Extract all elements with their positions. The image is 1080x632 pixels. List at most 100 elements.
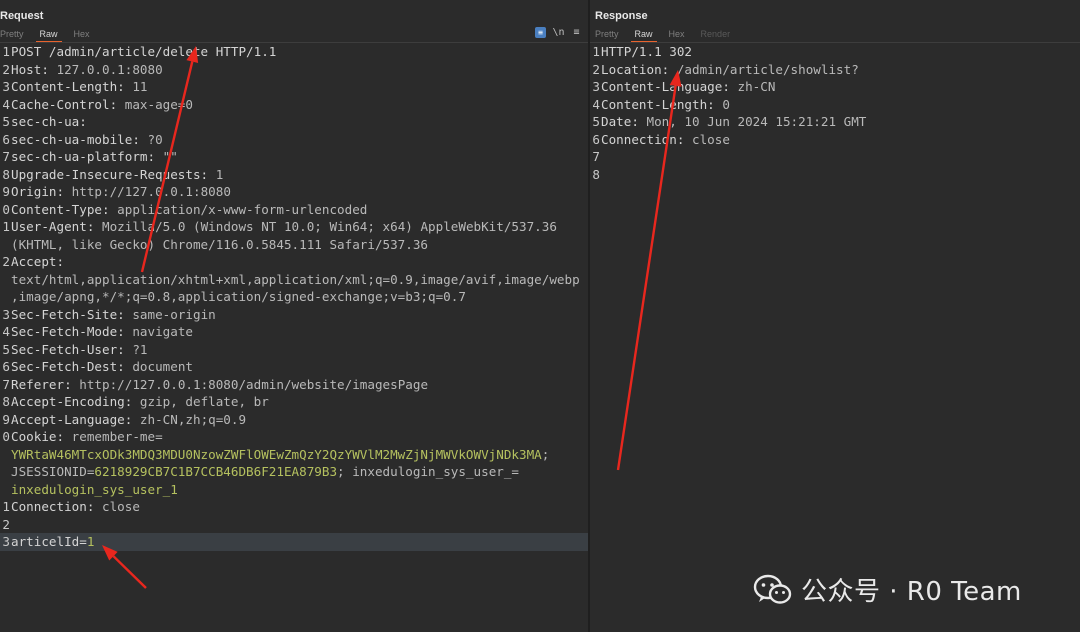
code-line[interactable]: 3 Content-Language: zh-CN xyxy=(590,78,1080,96)
line-text: Sec-Fetch-Mode: navigate xyxy=(10,323,193,341)
response-title: Response xyxy=(595,10,648,22)
tab-raw[interactable]: Raw xyxy=(627,27,661,43)
token: 1 xyxy=(215,166,224,182)
tab-raw[interactable]: Raw xyxy=(32,27,66,43)
code-line[interactable]: 8 Upgrade-Insecure-Requests: 1 xyxy=(0,166,588,184)
line-text: Content-Language: zh-CN xyxy=(600,78,775,96)
code-line[interactable]: 1 User-Agent: Mozilla/5.0 (Windows NT 10.… xyxy=(0,218,588,236)
code-line[interactable]: 8 xyxy=(590,166,1080,184)
line-number: 5 xyxy=(592,114,600,129)
code-line[interactable]: 1 POST /admin/article/delete HTTP/1.1 xyxy=(0,43,588,61)
line-text: User-Agent: Mozilla/5.0 (Windows NT 10.0… xyxy=(10,218,557,236)
code-line[interactable]: text/html,application/xhtml+xml,applicat… xyxy=(0,271,588,289)
line-text: ,image/apng,*/*;q=0.8,application/signed… xyxy=(10,288,466,306)
code-line[interactable]: 4 Content-Length: 0 xyxy=(590,96,1080,114)
line-text: sec-ch-ua: xyxy=(10,113,87,131)
line-text: Location: /admin/article/showlist? xyxy=(600,61,859,79)
code-line[interactable]: 7 xyxy=(590,148,1080,166)
line-text: Sec-Fetch-Dest: document xyxy=(10,358,193,376)
watermark-text: 公众号 · R0 Team xyxy=(801,577,1022,607)
code-line[interactable]: inxedulogin_sys_user_1 xyxy=(0,481,588,499)
line-number: 3 xyxy=(592,79,600,94)
code-line[interactable]: 0 Cookie: remember-me= xyxy=(0,428,588,446)
line-text: Accept-Encoding: gzip, deflate, br xyxy=(10,393,269,411)
line-number: 1 xyxy=(2,499,10,514)
token: Cache-Control: xyxy=(11,96,125,112)
code-line[interactable]: 2 Host: 127.0.0.1:8080 xyxy=(0,61,588,79)
response-editor[interactable]: 1 HTTP/1.1 302 2 Location: /admin/article/s… xyxy=(590,43,1080,632)
code-line[interactable]: 5 Sec-Fetch-User: ?1 xyxy=(0,341,588,359)
code-line[interactable]: 7 sec-ch-ua-platform: "" xyxy=(0,148,588,166)
code-line[interactable]: 5 Date: Mon, 10 Jun 2024 15:21:21 GMT xyxy=(590,113,1080,131)
code-line[interactable]: 4 Cache-Control: max-age=0 xyxy=(0,96,588,114)
code-line[interactable]: 2 Accept: xyxy=(0,253,588,271)
line-text: Connection: close xyxy=(600,131,730,149)
code-line[interactable]: 4 Sec-Fetch-Mode: navigate xyxy=(0,323,588,341)
line-text: Cache-Control: max-age=0 xyxy=(10,96,193,114)
tab-hex[interactable]: Hex xyxy=(66,27,98,41)
line-text: sec-ch-ua-platform: "" xyxy=(10,148,178,166)
line-text: Accept: xyxy=(10,253,64,271)
code-line[interactable]: 8 Accept-Encoding: gzip, deflate, br xyxy=(0,393,588,411)
code-line[interactable]: 3 Sec-Fetch-Site: same-origin xyxy=(0,306,588,324)
token: (KHTML, like Gecko) Chrome/116.0.5845.11… xyxy=(11,236,429,252)
code-line[interactable]: 2 xyxy=(0,516,588,534)
line-number: 6 xyxy=(592,131,600,147)
line-number xyxy=(0,271,10,289)
wechat-icon xyxy=(753,574,792,604)
token: http://127.0.0.1:8080 xyxy=(71,184,231,199)
token: /admin/article/showlist? xyxy=(676,61,859,77)
code-line[interactable]: 1 HTTP/1.1 302 xyxy=(590,43,1080,61)
tab-pretty[interactable]: Pretty xyxy=(595,27,627,41)
token: Sec-Fetch-Dest: xyxy=(11,359,133,374)
request-pane: Request Pretty Raw Hex ≡ \n ≡ 1 POST /adm… xyxy=(0,0,588,632)
code-line[interactable]: 6 Connection: close xyxy=(590,131,1080,149)
token: HTTP/1.1 302 xyxy=(601,44,692,59)
wrap-icon[interactable]: ≡ xyxy=(535,27,546,38)
token: Sec-Fetch-Mode: xyxy=(11,324,133,339)
token: 0 xyxy=(722,96,730,112)
token: Sec-Fetch-Site: xyxy=(11,306,133,322)
line-text: inxedulogin_sys_user_1 xyxy=(10,481,178,499)
code-line[interactable]: YWRtaW46MTcxODk3MDQ3MDU0NzowZWFlOWEwZmQz… xyxy=(0,446,588,464)
line-number: 7 xyxy=(2,376,10,392)
request-editor[interactable]: 1 POST /admin/article/delete HTTP/1.1 2 Hos… xyxy=(0,43,588,632)
code-line[interactable]: 9 Accept-Language: zh-CN,zh;q=0.9 xyxy=(0,411,588,429)
token: Referer: xyxy=(11,376,80,392)
menu-icon[interactable]: ≡ xyxy=(571,27,582,38)
token: ,image/apng,*/*;q=0.8,application/signed… xyxy=(11,289,466,304)
token: Content-Length: xyxy=(601,96,723,112)
token: close xyxy=(692,131,730,147)
code-line[interactable]: 6 Sec-Fetch-Dest: document xyxy=(0,358,588,376)
code-line[interactable]: 9 Origin: http://127.0.0.1:8080 xyxy=(0,183,588,201)
line-text: Content-Length: 11 xyxy=(10,78,148,96)
token: Content-Type: xyxy=(11,201,118,217)
line-text: Upgrade-Insecure-Requests: 1 xyxy=(10,166,223,184)
line-text: Sec-Fetch-User: ?1 xyxy=(10,341,148,359)
token: Host: xyxy=(11,61,57,77)
code-line[interactable]: 3 Content-Length: 11 xyxy=(0,78,588,96)
code-line[interactable]: 7 Referer: http://127.0.0.1:8080/admin/we… xyxy=(0,376,588,394)
token: ?1 xyxy=(132,341,148,357)
line-text: YWRtaW46MTcxODk3MDQ3MDU0NzowZWFlOWEwZmQz… xyxy=(10,446,549,464)
line-number: 7 xyxy=(592,149,600,164)
line-number: 0 xyxy=(2,429,10,444)
code-line[interactable]: 0 Content-Type: application/x-www-form-ur… xyxy=(0,201,588,219)
tab-hex[interactable]: Hex xyxy=(661,27,693,41)
code-line[interactable]: 3 articelId=1 xyxy=(0,533,588,551)
newline-toggle[interactable]: \n xyxy=(552,27,564,38)
code-line[interactable]: 6 sec-ch-ua-mobile: ?0 xyxy=(0,131,588,149)
line-number: 3 xyxy=(2,79,10,94)
tab-render[interactable]: Render xyxy=(693,27,739,41)
code-line[interactable]: 5 sec-ch-ua: xyxy=(0,113,588,131)
line-number: 2 xyxy=(2,516,10,532)
response-tabs: Pretty Raw Hex Render xyxy=(595,27,739,43)
code-line[interactable]: (KHTML, like Gecko) Chrome/116.0.5845.11… xyxy=(0,236,588,254)
code-line[interactable]: 2 Location: /admin/article/showlist? xyxy=(590,61,1080,79)
code-line[interactable]: ,image/apng,*/*;q=0.8,application/signed… xyxy=(0,288,588,306)
code-line[interactable]: JSESSIONID=6218929CB7C1B7CCB46DB6F21EA87… xyxy=(0,463,588,481)
tab-pretty[interactable]: Pretty xyxy=(0,27,32,41)
watermark: 公众号 · R0 Team xyxy=(753,571,1022,608)
token: JSESSIONID= xyxy=(11,464,95,479)
code-line[interactable]: 1 Connection: close xyxy=(0,498,588,516)
